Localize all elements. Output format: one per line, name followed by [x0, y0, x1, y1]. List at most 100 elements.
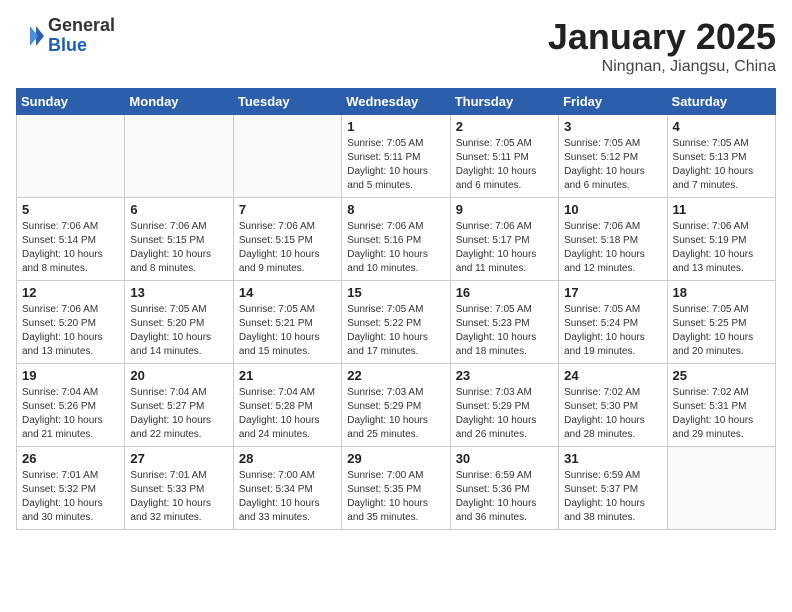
- logo: General Blue: [16, 16, 115, 56]
- calendar-cell: [17, 115, 125, 198]
- day-info: Sunrise: 7:06 AM Sunset: 5:15 PM Dayligh…: [130, 220, 227, 276]
- calendar-cell: 2 Sunrise: 7:05 AM Sunset: 5:11 PM Daylig…: [450, 115, 558, 198]
- day-info: Sunrise: 7:05 AM Sunset: 5:12 PM Dayligh…: [564, 137, 661, 193]
- calendar-week-row: 19Sunrise: 7:04 AM Sunset: 5:26 PM Dayli…: [17, 364, 776, 447]
- day-info: Sunrise: 7:00 AM Sunset: 5:34 PM Dayligh…: [239, 469, 336, 525]
- calendar-cell: 25Sunrise: 7:02 AM Sunset: 5:31 PM Dayli…: [667, 364, 775, 447]
- month-title: January 2025: [548, 16, 776, 58]
- weekday-header: Saturday: [667, 89, 775, 115]
- calendar-cell: 15 Sunrise: 7:05 AM Sunset: 5:22 PM Dayli…: [342, 281, 450, 364]
- day-number: 4: [673, 119, 770, 134]
- weekday-header: Wednesday: [342, 89, 450, 115]
- day-number: 8: [347, 202, 444, 217]
- day-number: 16: [456, 285, 553, 300]
- day-info: Sunrise: 7:05 AM Sunset: 5:11 PM Dayligh…: [456, 137, 553, 193]
- calendar-cell: 5Sunrise: 7:06 AM Sunset: 5:14 PM Daylig…: [17, 198, 125, 281]
- calendar-cell: 4 Sunrise: 7:05 AM Sunset: 5:13 PM Daylig…: [667, 115, 775, 198]
- calendar-cell: 29Sunrise: 7:00 AM Sunset: 5:35 PM Dayli…: [342, 447, 450, 530]
- day-number: 7: [239, 202, 336, 217]
- day-info: Sunrise: 7:04 AM Sunset: 5:28 PM Dayligh…: [239, 386, 336, 442]
- logo-text: General Blue: [48, 16, 115, 56]
- weekday-header: Thursday: [450, 89, 558, 115]
- day-info: Sunrise: 7:06 AM Sunset: 5:19 PM Dayligh…: [673, 220, 770, 276]
- day-info: Sunrise: 7:05 AM Sunset: 5:11 PM Dayligh…: [347, 137, 444, 193]
- day-info: Sunrise: 7:03 AM Sunset: 5:29 PM Dayligh…: [456, 386, 553, 442]
- day-info: Sunrise: 7:06 AM Sunset: 5:15 PM Dayligh…: [239, 220, 336, 276]
- calendar-cell: 6 Sunrise: 7:06 AM Sunset: 5:15 PM Daylig…: [125, 198, 233, 281]
- calendar-cell: 9Sunrise: 7:06 AM Sunset: 5:17 PM Daylig…: [450, 198, 558, 281]
- day-number: 9: [456, 202, 553, 217]
- day-number: 19: [22, 368, 119, 383]
- logo-blue: Blue: [48, 36, 115, 56]
- calendar-cell: 30Sunrise: 6:59 AM Sunset: 5:36 PM Dayli…: [450, 447, 558, 530]
- day-info: Sunrise: 7:05 AM Sunset: 5:25 PM Dayligh…: [673, 303, 770, 359]
- day-number: 31: [564, 451, 661, 466]
- day-number: 3: [564, 119, 661, 134]
- weekday-header: Monday: [125, 89, 233, 115]
- calendar-cell: 13 Sunrise: 7:05 AM Sunset: 5:20 PM Dayli…: [125, 281, 233, 364]
- day-number: 10: [564, 202, 661, 217]
- calendar-cell: 27 Sunrise: 7:01 AM Sunset: 5:33 PM Dayli…: [125, 447, 233, 530]
- calendar-table: SundayMondayTuesdayWednesdayThursdayFrid…: [16, 88, 776, 530]
- calendar-cell: 1Sunrise: 7:05 AM Sunset: 5:11 PM Daylig…: [342, 115, 450, 198]
- day-number: 24: [564, 368, 661, 383]
- calendar-cell: 16Sunrise: 7:05 AM Sunset: 5:23 PM Dayli…: [450, 281, 558, 364]
- day-number: 13: [130, 285, 227, 300]
- day-info: Sunrise: 7:06 AM Sunset: 5:18 PM Dayligh…: [564, 220, 661, 276]
- calendar-week-row: 1Sunrise: 7:05 AM Sunset: 5:11 PM Daylig…: [17, 115, 776, 198]
- day-info: Sunrise: 6:59 AM Sunset: 5:37 PM Dayligh…: [564, 469, 661, 525]
- logo-icon: [16, 22, 44, 50]
- calendar-cell: 21 Sunrise: 7:04 AM Sunset: 5:28 PM Dayli…: [233, 364, 341, 447]
- calendar-cell: 7 Sunrise: 7:06 AM Sunset: 5:15 PM Daylig…: [233, 198, 341, 281]
- day-info: Sunrise: 7:05 AM Sunset: 5:22 PM Dayligh…: [347, 303, 444, 359]
- day-info: Sunrise: 7:02 AM Sunset: 5:30 PM Dayligh…: [564, 386, 661, 442]
- day-info: Sunrise: 7:05 AM Sunset: 5:24 PM Dayligh…: [564, 303, 661, 359]
- calendar-cell: 20Sunrise: 7:04 AM Sunset: 5:27 PM Dayli…: [125, 364, 233, 447]
- page-header: General Blue January 2025 Ningnan, Jiang…: [16, 16, 776, 76]
- calendar-cell: 23Sunrise: 7:03 AM Sunset: 5:29 PM Dayli…: [450, 364, 558, 447]
- weekday-header: Sunday: [17, 89, 125, 115]
- calendar-cell: [667, 447, 775, 530]
- day-number: 17: [564, 285, 661, 300]
- day-info: Sunrise: 7:03 AM Sunset: 5:29 PM Dayligh…: [347, 386, 444, 442]
- day-info: Sunrise: 7:05 AM Sunset: 5:13 PM Dayligh…: [673, 137, 770, 193]
- day-number: 2: [456, 119, 553, 134]
- calendar-cell: 28 Sunrise: 7:00 AM Sunset: 5:34 PM Dayli…: [233, 447, 341, 530]
- calendar-body: 1Sunrise: 7:05 AM Sunset: 5:11 PM Daylig…: [17, 115, 776, 530]
- title-section: January 2025 Ningnan, Jiangsu, China: [548, 16, 776, 76]
- day-info: Sunrise: 7:02 AM Sunset: 5:31 PM Dayligh…: [673, 386, 770, 442]
- calendar-cell: 17 Sunrise: 7:05 AM Sunset: 5:24 PM Dayli…: [559, 281, 667, 364]
- calendar-week-row: 26 Sunrise: 7:01 AM Sunset: 5:32 PM Dayli…: [17, 447, 776, 530]
- weekday-header: Friday: [559, 89, 667, 115]
- calendar-cell: 8Sunrise: 7:06 AM Sunset: 5:16 PM Daylig…: [342, 198, 450, 281]
- calendar-cell: 12Sunrise: 7:06 AM Sunset: 5:20 PM Dayli…: [17, 281, 125, 364]
- calendar-cell: 14Sunrise: 7:05 AM Sunset: 5:21 PM Dayli…: [233, 281, 341, 364]
- day-number: 28: [239, 451, 336, 466]
- day-info: Sunrise: 7:05 AM Sunset: 5:20 PM Dayligh…: [130, 303, 227, 359]
- day-number: 29: [347, 451, 444, 466]
- day-number: 22: [347, 368, 444, 383]
- day-info: Sunrise: 6:59 AM Sunset: 5:36 PM Dayligh…: [456, 469, 553, 525]
- calendar-cell: [233, 115, 341, 198]
- logo-general: General: [48, 16, 115, 36]
- day-info: Sunrise: 7:01 AM Sunset: 5:33 PM Dayligh…: [130, 469, 227, 525]
- day-number: 27: [130, 451, 227, 466]
- day-info: Sunrise: 7:04 AM Sunset: 5:27 PM Dayligh…: [130, 386, 227, 442]
- day-info: Sunrise: 7:05 AM Sunset: 5:21 PM Dayligh…: [239, 303, 336, 359]
- calendar-header: SundayMondayTuesdayWednesdayThursdayFrid…: [17, 89, 776, 115]
- calendar-cell: 11 Sunrise: 7:06 AM Sunset: 5:19 PM Dayli…: [667, 198, 775, 281]
- calendar-week-row: 5Sunrise: 7:06 AM Sunset: 5:14 PM Daylig…: [17, 198, 776, 281]
- calendar-cell: 24 Sunrise: 7:02 AM Sunset: 5:30 PM Dayli…: [559, 364, 667, 447]
- calendar-cell: 3 Sunrise: 7:05 AM Sunset: 5:12 PM Daylig…: [559, 115, 667, 198]
- calendar-cell: 19Sunrise: 7:04 AM Sunset: 5:26 PM Dayli…: [17, 364, 125, 447]
- day-number: 11: [673, 202, 770, 217]
- day-number: 15: [347, 285, 444, 300]
- day-number: 21: [239, 368, 336, 383]
- weekday-header-row: SundayMondayTuesdayWednesdayThursdayFrid…: [17, 89, 776, 115]
- day-number: 6: [130, 202, 227, 217]
- weekday-header: Tuesday: [233, 89, 341, 115]
- calendar-cell: 26 Sunrise: 7:01 AM Sunset: 5:32 PM Dayli…: [17, 447, 125, 530]
- day-number: 26: [22, 451, 119, 466]
- calendar-cell: 18Sunrise: 7:05 AM Sunset: 5:25 PM Dayli…: [667, 281, 775, 364]
- day-info: Sunrise: 7:01 AM Sunset: 5:32 PM Dayligh…: [22, 469, 119, 525]
